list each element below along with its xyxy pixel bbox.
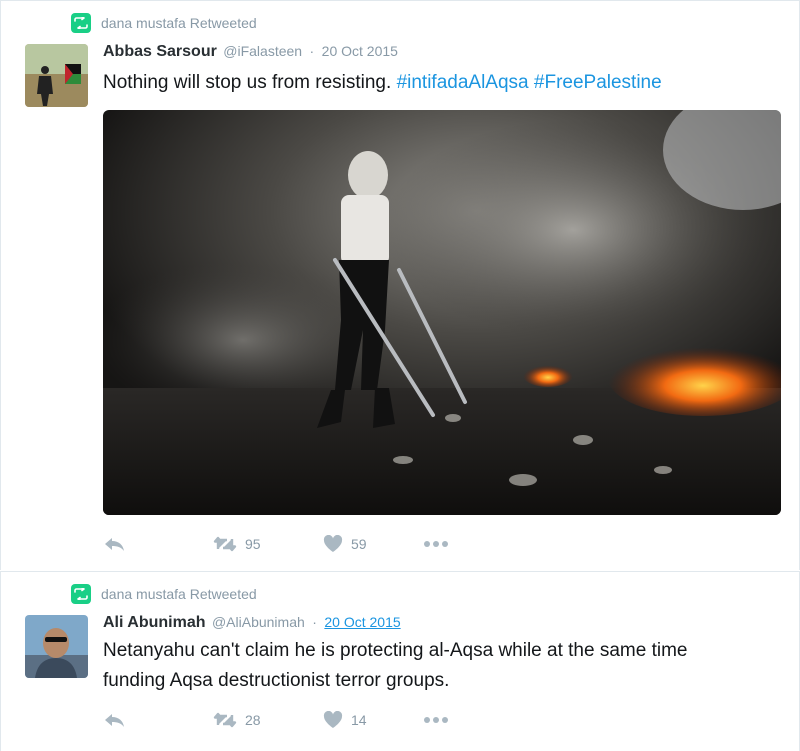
retweet-icon xyxy=(213,712,237,728)
hashtag-link[interactable]: #intifadaAlAqsa xyxy=(397,72,529,93)
tweet-actions: 28 14 xyxy=(103,711,449,729)
author-screen-name[interactable]: @iFalasteen xyxy=(223,43,302,59)
retweet-badge-icon xyxy=(71,584,91,604)
tweet-card[interactable]: dana mustafa Retweeted Abbas Sarsour @iF… xyxy=(0,0,800,570)
author-screen-name[interactable]: @AliAbunimah xyxy=(212,614,305,630)
tweet-card[interactable]: dana mustafa Retweeted Ali Abunimah @Ali… xyxy=(0,571,800,751)
author-fullname[interactable]: Abbas Sarsour xyxy=(103,43,217,60)
like-count: 59 xyxy=(351,536,367,552)
reply-button[interactable] xyxy=(103,536,213,552)
more-icon xyxy=(424,717,448,723)
heart-icon xyxy=(323,535,343,552)
separator-dot: · xyxy=(312,614,317,630)
retweeted-by-label[interactable]: dana mustafa Retweeted xyxy=(101,586,257,602)
avatar[interactable] xyxy=(25,44,88,107)
more-button[interactable] xyxy=(423,540,449,548)
heart-icon xyxy=(323,711,343,728)
tweet-header: Abbas Sarsour @iFalasteen · 20 Oct 2015 xyxy=(103,43,398,61)
tweet-text: Netanyahu can't claim he is protecting a… xyxy=(103,636,783,696)
hashtag-link[interactable]: #FreePalestine xyxy=(534,72,662,93)
reply-icon xyxy=(105,714,124,727)
separator-dot: · xyxy=(309,43,315,59)
retweet-count: 95 xyxy=(245,536,261,552)
retweeted-by-label[interactable]: dana mustafa Retweeted xyxy=(101,15,257,31)
like-count: 14 xyxy=(351,712,367,728)
retweet-icon xyxy=(213,536,237,552)
reply-icon xyxy=(105,538,124,551)
avatar[interactable] xyxy=(25,615,88,678)
retweet-button[interactable]: 95 xyxy=(213,536,323,552)
retweet-button[interactable]: 28 xyxy=(213,712,323,728)
retweet-badge-icon xyxy=(71,13,91,33)
tweet-text-line: funding Aqsa destructionist terror group… xyxy=(103,670,450,691)
tweet-text-line: Netanyahu can't claim he is protecting a… xyxy=(103,640,688,661)
tweet-media-photo[interactable] xyxy=(103,110,781,515)
tweet-actions: 95 59 xyxy=(103,535,449,553)
more-icon xyxy=(424,541,448,547)
reply-button[interactable] xyxy=(103,712,213,728)
retweet-count: 28 xyxy=(245,712,261,728)
tweet-header: Ali Abunimah @AliAbunimah · 20 Oct 2015 xyxy=(103,614,401,632)
tweet-timestamp[interactable]: 20 Oct 2015 xyxy=(322,43,398,59)
more-button[interactable] xyxy=(423,716,449,724)
tweet-timestamp[interactable]: 20 Oct 2015 xyxy=(324,614,400,630)
like-button[interactable]: 59 xyxy=(323,535,423,553)
retweet-context: dana mustafa Retweeted xyxy=(71,584,257,604)
tweet-text: Nothing will stop us from resisting. #in… xyxy=(103,68,783,98)
tweet-text-plain: Nothing will stop us from resisting. xyxy=(103,72,397,93)
author-fullname[interactable]: Ali Abunimah xyxy=(103,614,206,631)
retweet-context: dana mustafa Retweeted xyxy=(71,13,257,33)
like-button[interactable]: 14 xyxy=(323,711,423,729)
